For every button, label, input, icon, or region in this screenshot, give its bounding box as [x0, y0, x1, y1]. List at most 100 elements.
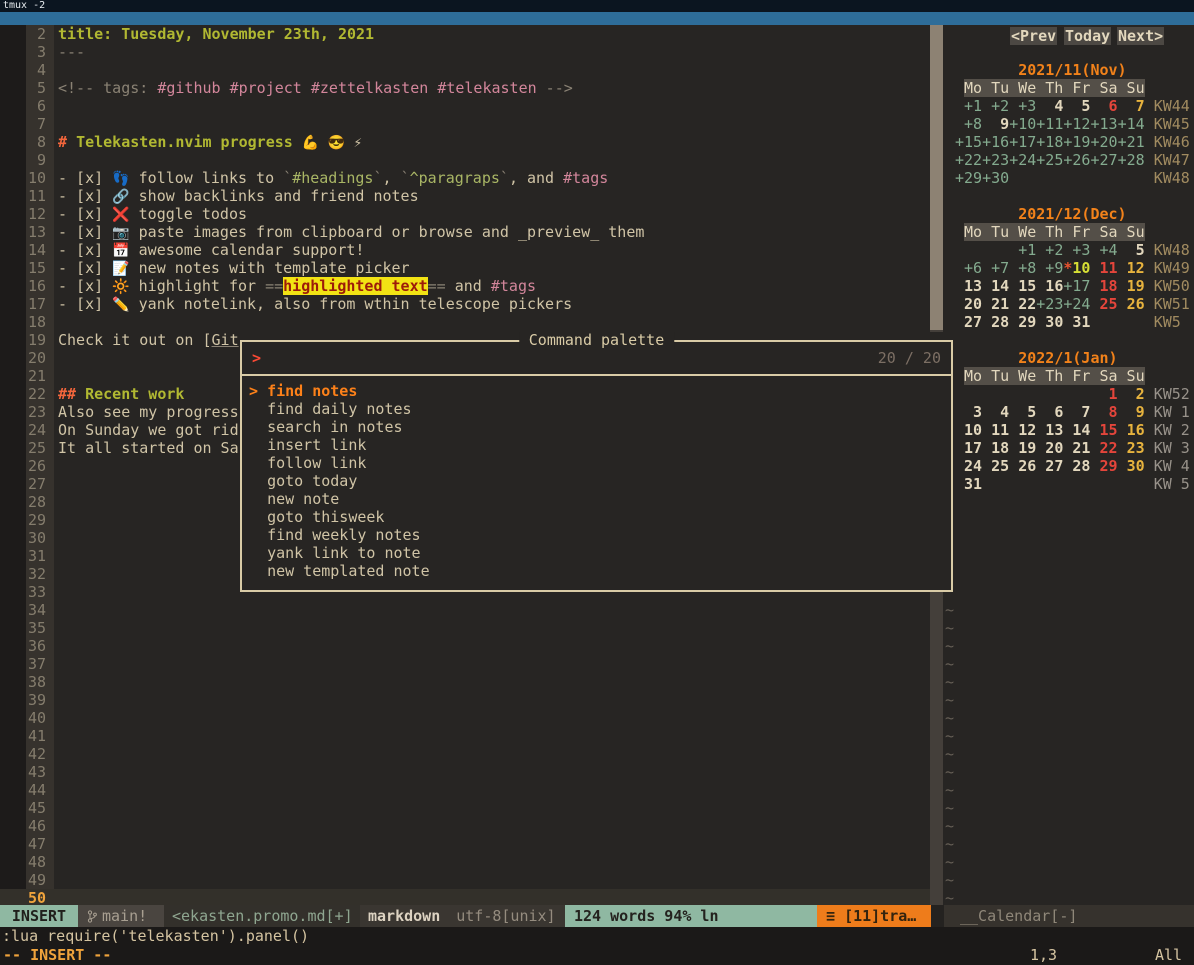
calendar-day[interactable]: 28	[982, 313, 1009, 331]
calendar-day[interactable]: +9	[1036, 259, 1063, 277]
calendar-day[interactable]: +24	[1063, 295, 1090, 313]
calendar-day[interactable]: 22	[1090, 439, 1117, 457]
calendar-day[interactable]: 9	[1118, 403, 1145, 421]
calendar-day[interactable]: 7	[1118, 97, 1145, 115]
calendar-day[interactable]: +26	[1063, 151, 1090, 169]
calendar-day[interactable]: +27	[1090, 151, 1117, 169]
calendar-day[interactable]: +8	[955, 115, 982, 133]
calendar-day[interactable]: 8	[1090, 403, 1117, 421]
calendar-day[interactable]: +4	[1090, 241, 1117, 259]
calendar-day[interactable]: 12	[1009, 421, 1036, 439]
calendar-day[interactable]: 4	[982, 403, 1009, 421]
calendar-day[interactable]: +13	[1090, 115, 1117, 133]
calendar-day[interactable]: 29	[1090, 457, 1117, 475]
calendar-day[interactable]: +17	[1009, 133, 1036, 151]
calendar-day[interactable]: 5	[1063, 97, 1090, 115]
calendar-day[interactable]: 31	[1063, 313, 1090, 331]
calendar-day[interactable]: +22	[955, 151, 982, 169]
calendar-day[interactable]: +23	[982, 151, 1009, 169]
calendar-day[interactable]: +3	[1063, 241, 1090, 259]
calendar-day[interactable]: 21	[982, 295, 1009, 313]
calendar-day[interactable]: +6	[955, 259, 982, 277]
calendar-day[interactable]: +10	[1009, 115, 1036, 133]
calendar-day[interactable]: 16	[1118, 421, 1145, 439]
calendar-day[interactable]: +23	[1036, 295, 1063, 313]
calendar-day[interactable]: +3	[1009, 97, 1036, 115]
calendar-day[interactable]: 27	[1036, 457, 1063, 475]
calendar-day[interactable]: 6	[1036, 403, 1063, 421]
calendar-day[interactable]: +12	[1063, 115, 1090, 133]
calendar-day[interactable]: 9	[982, 115, 1009, 133]
calendar-day[interactable]: 21	[1063, 439, 1090, 457]
calendar-day[interactable]: 13	[955, 277, 982, 295]
calendar-day[interactable]: +30	[982, 169, 1009, 187]
calendar-day[interactable]: +14	[1118, 115, 1145, 133]
palette-item[interactable]: > find notes	[249, 382, 951, 400]
calendar-day[interactable]: +1	[955, 97, 982, 115]
calendar-day[interactable]: +18	[1036, 133, 1063, 151]
calendar-day[interactable]: 19	[1118, 277, 1145, 295]
palette-item[interactable]: goto thisweek	[249, 508, 951, 526]
calendar-day[interactable]: 26	[1009, 457, 1036, 475]
calendar-day[interactable]: 17	[955, 439, 982, 457]
calendar-day[interactable]: 29	[1009, 313, 1036, 331]
calendar-day[interactable]: 13	[1036, 421, 1063, 439]
calendar-day[interactable]: 30	[1118, 457, 1145, 475]
calendar-day[interactable]: 20	[955, 295, 982, 313]
calendar-day[interactable]: 11	[1090, 259, 1117, 277]
palette-item[interactable]: yank link to note	[249, 544, 951, 562]
calendar-day[interactable]: +19	[1063, 133, 1090, 151]
calendar-day[interactable]: +24	[1009, 151, 1036, 169]
calendar-day[interactable]: 19	[1009, 439, 1036, 457]
calendar-day[interactable]: 3	[955, 403, 982, 421]
calendar-day[interactable]: 18	[1090, 277, 1117, 295]
calendar-day[interactable]: 6	[1090, 97, 1117, 115]
calendar-day[interactable]: 28	[1063, 457, 1090, 475]
palette-item[interactable]: follow link	[249, 454, 951, 472]
calendar-day[interactable]: 14	[1063, 421, 1090, 439]
calendar-day[interactable]: 10	[1072, 259, 1090, 277]
calendar-day[interactable]: 14	[982, 277, 1009, 295]
calendar-day[interactable]: +1	[1009, 241, 1036, 259]
calendar-day[interactable]: 12	[1118, 259, 1145, 277]
calendar-day[interactable]: 23	[1118, 439, 1145, 457]
calendar-day[interactable]: 25	[982, 457, 1009, 475]
calendar-day[interactable]: +29	[955, 169, 982, 187]
scrollbar-thumb[interactable]	[930, 25, 943, 330]
calendar-day[interactable]: 10	[955, 421, 982, 439]
palette-item[interactable]: find weekly notes	[249, 526, 951, 544]
calendar-day[interactable]: 18	[982, 439, 1009, 457]
calendar-day[interactable]: +20	[1090, 133, 1117, 151]
palette-item[interactable]: search in notes	[249, 418, 951, 436]
calendar-day[interactable]: +21	[1118, 133, 1145, 151]
palette-item[interactable]: insert link	[249, 436, 951, 454]
calendar-day[interactable]: 22	[1009, 295, 1036, 313]
calendar-pane[interactable]: <PrevTodayNext> 2021/11(Nov)Mo Tu We Th …	[943, 25, 1194, 905]
calendar-day[interactable]: +16	[982, 133, 1009, 151]
calendar-day[interactable]: 15	[1009, 277, 1036, 295]
calendar-day[interactable]: +2	[982, 97, 1009, 115]
palette-item[interactable]: goto today	[249, 472, 951, 490]
calendar-day[interactable]: +15	[955, 133, 982, 151]
calendar-day[interactable]: 26	[1118, 295, 1145, 313]
calendar-day[interactable]: 20	[1036, 439, 1063, 457]
palette-item[interactable]: new note	[249, 490, 951, 508]
calendar-day[interactable]: +11	[1036, 115, 1063, 133]
calendar-day[interactable]: 15	[1090, 421, 1117, 439]
palette-item[interactable]: new templated note	[249, 562, 951, 580]
calendar-day[interactable]: 24	[955, 457, 982, 475]
calendar-day[interactable]: 11	[982, 421, 1009, 439]
calendar-day[interactable]: +7	[982, 259, 1009, 277]
calendar-day[interactable]: 5	[1118, 241, 1145, 259]
calendar-day[interactable]: +25	[1036, 151, 1063, 169]
calendar-day[interactable]: +2	[1036, 241, 1063, 259]
calendar-day[interactable]: 7	[1063, 403, 1090, 421]
calendar-day[interactable]: 27	[955, 313, 982, 331]
calendar-day[interactable]: 31	[955, 475, 982, 493]
calendar-day[interactable]: 1	[1090, 385, 1117, 403]
calendar-day[interactable]: 2	[1118, 385, 1145, 403]
calendar-day[interactable]: 16	[1036, 277, 1063, 295]
calendar-day[interactable]: 5	[1009, 403, 1036, 421]
calendar-day[interactable]: 4	[1036, 97, 1063, 115]
calendar-day[interactable]: 25	[1090, 295, 1117, 313]
